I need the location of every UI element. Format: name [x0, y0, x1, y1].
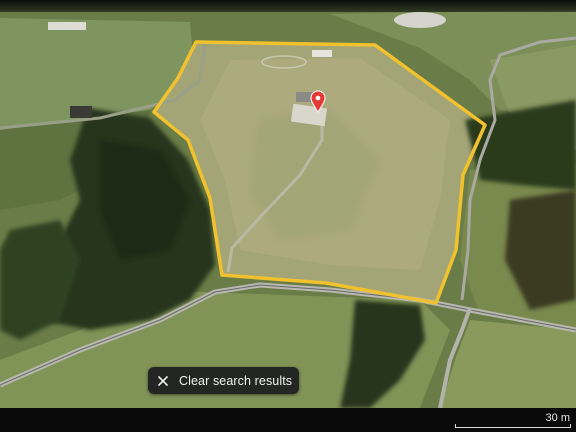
scale-label: 30 m — [545, 412, 570, 424]
clear-search-results-label: Clear search results — [179, 373, 293, 388]
top-edge-shade — [0, 0, 576, 12]
scale-bar — [455, 424, 571, 428]
neighbor-building — [70, 106, 92, 118]
barn — [312, 50, 332, 57]
close-icon — [158, 375, 168, 386]
map-footer-bar — [0, 408, 576, 432]
clear-search-results-button[interactable]: Clear search results — [148, 367, 299, 394]
